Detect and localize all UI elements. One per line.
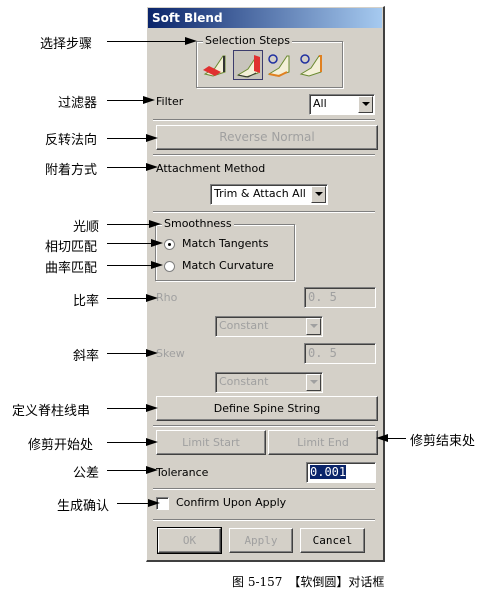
limit-end-button[interactable]: Limit End bbox=[268, 430, 378, 455]
annotation-tolerance: 公差 bbox=[73, 466, 100, 481]
skew-law-select[interactable]: Constant bbox=[215, 372, 323, 393]
annotation-rho: 比率 bbox=[73, 294, 100, 309]
separator bbox=[153, 425, 375, 427]
confirm-upon-apply-label[interactable]: Confirm Upon Apply bbox=[176, 496, 286, 509]
rho-law-select[interactable]: Constant bbox=[215, 316, 323, 337]
annotation-match-tangents: 相切匹配 bbox=[45, 240, 98, 255]
smoothness-group bbox=[155, 224, 295, 281]
second-tangent-curve-icon bbox=[299, 54, 322, 77]
first-tangent-curve-icon bbox=[267, 54, 290, 78]
annotation-limit-start: 修剪开始处 bbox=[28, 438, 94, 453]
apply-button[interactable]: Apply bbox=[229, 528, 293, 553]
first-face-set-icon bbox=[203, 55, 226, 77]
arrow-head-icon bbox=[146, 404, 158, 412]
annotation-define-spine: 定义脊柱线串 bbox=[12, 404, 91, 419]
define-spine-string-button[interactable]: Define Spine String bbox=[156, 396, 378, 421]
filter-select[interactable]: All bbox=[309, 94, 375, 115]
soft-blend-dialog: Soft Blend Selection Steps Filter All Re… bbox=[146, 6, 385, 562]
match-curvature-label[interactable]: Match Curvature bbox=[182, 259, 274, 272]
attachment-method-value: Trim & Attach All bbox=[214, 187, 306, 200]
tolerance-label: Tolerance bbox=[156, 466, 209, 479]
annotation-reverse-normal: 反转法向 bbox=[45, 133, 98, 148]
annotation-line bbox=[386, 438, 406, 439]
skew-law-value: Constant bbox=[219, 375, 269, 388]
rho-law-value: Constant bbox=[219, 319, 269, 332]
arrow-head-icon bbox=[146, 466, 158, 474]
skew-label: Skew bbox=[156, 347, 185, 360]
annotation-skew: 斜率 bbox=[73, 349, 100, 364]
rho-input[interactable]: 0. 5 bbox=[304, 287, 376, 308]
separator bbox=[153, 119, 375, 121]
tolerance-value: 0.001 bbox=[310, 465, 347, 479]
arrow-head-icon bbox=[146, 349, 158, 357]
separator bbox=[153, 211, 375, 213]
annotation-line bbox=[107, 41, 189, 42]
selection-steps-legend: Selection Steps bbox=[203, 34, 292, 47]
annotation-selection-steps: 选择步骤 bbox=[40, 37, 93, 52]
chevron-down-icon[interactable] bbox=[306, 318, 321, 335]
separator bbox=[153, 519, 375, 521]
skew-input[interactable]: 0. 5 bbox=[304, 343, 376, 364]
arrow-head-icon bbox=[149, 220, 161, 228]
annotation-attachment-method: 附着方式 bbox=[45, 163, 98, 178]
reverse-normal-button[interactable]: Reverse Normal bbox=[156, 125, 378, 150]
filter-value: All bbox=[313, 97, 327, 110]
annotation-filter: 过滤器 bbox=[58, 96, 98, 111]
step-second-tangent-curve-button[interactable] bbox=[297, 50, 327, 80]
arrow-head-icon bbox=[143, 96, 155, 104]
annotation-line bbox=[107, 243, 157, 244]
annotation-line bbox=[107, 224, 155, 225]
arrow-head-icon bbox=[185, 37, 197, 45]
tolerance-input[interactable]: 0.001 bbox=[306, 462, 376, 483]
arrow-head-icon bbox=[146, 438, 158, 446]
arrow-head-icon bbox=[146, 134, 158, 142]
filter-label: Filter bbox=[156, 95, 184, 108]
annotation-line bbox=[107, 265, 157, 266]
step-first-tangent-curve-button[interactable] bbox=[265, 50, 295, 80]
match-curvature-radio[interactable] bbox=[164, 261, 175, 272]
step-second-face-set-button[interactable] bbox=[233, 50, 263, 80]
match-tangents-radio[interactable] bbox=[164, 239, 175, 250]
annotation-smoothness: 光顺 bbox=[73, 220, 100, 235]
annotation-limit-end: 修剪结束处 bbox=[410, 434, 476, 449]
arrow-head-icon bbox=[151, 261, 163, 269]
annotation-confirm: 生成确认 bbox=[57, 499, 110, 514]
chevron-down-icon[interactable] bbox=[358, 96, 373, 113]
arrow-head-icon bbox=[151, 239, 163, 247]
ok-button[interactable]: OK bbox=[157, 527, 222, 554]
chevron-down-icon[interactable] bbox=[311, 186, 326, 203]
step-first-face-set-button[interactable] bbox=[201, 50, 231, 80]
annotation-match-curvature: 曲率匹配 bbox=[45, 261, 98, 276]
attachment-method-select[interactable]: Trim & Attach All bbox=[210, 184, 328, 205]
separator bbox=[153, 154, 375, 156]
match-tangents-label[interactable]: Match Tangents bbox=[182, 237, 268, 250]
dialog-title: Soft Blend bbox=[148, 8, 382, 28]
second-face-set-icon bbox=[236, 55, 260, 78]
cancel-button[interactable]: Cancel bbox=[300, 528, 365, 553]
attachment-method-label: Attachment Method bbox=[156, 162, 266, 175]
limit-start-button[interactable]: Limit Start bbox=[156, 430, 266, 455]
arrow-head-icon bbox=[148, 499, 160, 507]
rho-label: Rho bbox=[156, 291, 178, 304]
arrow-head-icon bbox=[146, 163, 158, 171]
separator bbox=[153, 488, 375, 490]
figure-caption: 图 5-157 【软倒圆】对话框 bbox=[232, 575, 385, 589]
chevron-down-icon[interactable] bbox=[306, 374, 321, 391]
arrow-head-icon bbox=[146, 294, 158, 302]
smoothness-legend: Smoothness bbox=[162, 217, 234, 230]
